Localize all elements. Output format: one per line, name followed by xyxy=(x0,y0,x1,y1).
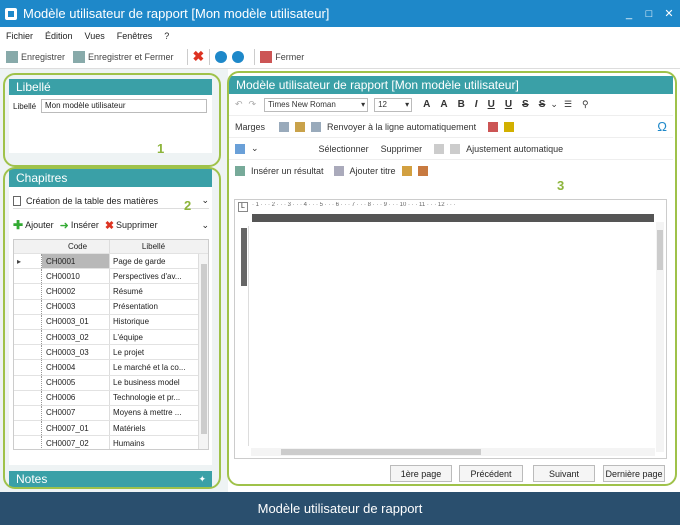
maximize-button[interactable]: □ xyxy=(640,8,658,20)
callout-number-3: 3 xyxy=(557,178,565,193)
save-close-button[interactable]: Enregistrer et Fermer xyxy=(73,50,174,63)
close-window-button[interactable]: ✕ xyxy=(660,7,678,20)
callout-frame-1 xyxy=(3,73,221,167)
title-bar: Modèle utilisateur de rapport [Mon modèl… xyxy=(0,0,680,27)
previous-icon[interactable] xyxy=(215,50,228,63)
callout-number-2: 2 xyxy=(184,198,192,213)
save-icon xyxy=(6,50,18,63)
save-close-icon xyxy=(73,50,86,63)
callout-frame-2 xyxy=(3,167,221,489)
next-icon[interactable] xyxy=(232,50,245,63)
delete-icon[interactable]: ✖ xyxy=(193,48,205,65)
callout-number-1: 1 xyxy=(157,141,165,156)
main-toolbar: Enregistrer Enregistrer et Fermer ✖ Ferm… xyxy=(0,45,680,69)
toolbar-divider xyxy=(254,48,256,65)
toolbar-divider xyxy=(209,48,211,65)
menu-edition[interactable]: Édition xyxy=(45,31,73,41)
close-doc-icon xyxy=(260,50,273,63)
minimize-button[interactable]: _ xyxy=(620,8,638,20)
menu-help[interactable]: ? xyxy=(164,31,169,41)
save-button[interactable]: Enregistrer xyxy=(6,50,65,63)
toolbar-divider xyxy=(186,48,188,65)
app-icon xyxy=(5,7,17,20)
menu-bar: Fichier Édition Vues Fenêtres ? xyxy=(0,27,680,45)
menu-fenetres[interactable]: Fenêtres xyxy=(117,31,153,41)
callout-frame-3 xyxy=(227,71,677,486)
menu-fichier[interactable]: Fichier xyxy=(6,31,33,41)
window-title: Modèle utilisateur de rapport [Mon modèl… xyxy=(23,6,330,21)
footer-title: Modèle utilisateur de rapport xyxy=(0,492,680,525)
close-button[interactable]: Fermer xyxy=(260,50,304,63)
menu-vues[interactable]: Vues xyxy=(85,31,105,41)
